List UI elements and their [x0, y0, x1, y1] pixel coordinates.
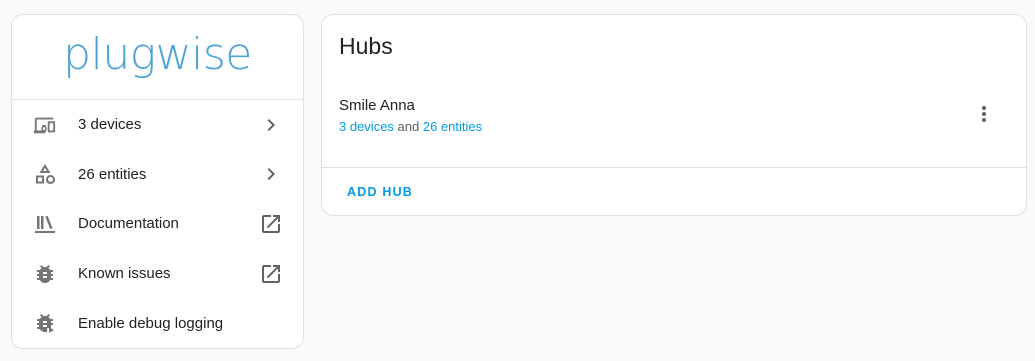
hub-meta: 3 devices and 26 entities: [339, 119, 482, 134]
hubs-title: Hubs: [339, 33, 393, 59]
info-item-label: Known issues: [78, 265, 171, 283]
bug-play-icon: [32, 311, 58, 335]
divider: [322, 167, 1026, 168]
open-in-new-icon: [259, 262, 283, 286]
dots-vertical-icon[interactable]: [972, 102, 996, 126]
devices-icon: [32, 113, 58, 137]
info-item-documentation[interactable]: Documentation: [12, 199, 303, 249]
info-item-label: 26 entities: [78, 165, 147, 183]
hub-meta-joiner: and: [393, 119, 423, 134]
chevron-right-icon: [259, 113, 283, 137]
bug-icon: [32, 262, 58, 286]
info-list: 3 devices 26 entities Documentation Know…: [12, 100, 303, 348]
integration-info-card: plugwise 3 devices 26 entities Documenta…: [11, 14, 304, 349]
chevron-right-icon: [259, 162, 283, 186]
plugwise-logo: plugwise: [63, 29, 252, 80]
empty-trail: [259, 311, 283, 335]
hubs-card: Hubs Smile Anna 3 devices and 26 entitie…: [321, 14, 1027, 216]
info-item-devices[interactable]: 3 devices: [12, 100, 303, 150]
shapes-icon: [32, 162, 58, 186]
hub-entry[interactable]: Smile Anna 3 devices and 26 entities: [322, 93, 1026, 151]
library-books-icon: [32, 212, 58, 236]
info-item-label: Enable debug logging: [78, 314, 224, 332]
hub-entities-link[interactable]: 26 entities: [423, 119, 482, 134]
info-item-debug-logging[interactable]: Enable debug logging: [12, 298, 303, 348]
logo-area: plugwise: [12, 15, 303, 100]
open-in-new-icon: [259, 212, 283, 236]
info-item-known-issues[interactable]: Known issues: [12, 249, 303, 299]
add-hub-button[interactable]: ADD HUB: [339, 177, 421, 207]
info-item-label: 3 devices: [78, 116, 142, 134]
info-item-label: Documentation: [78, 215, 179, 233]
hub-name: Smile Anna: [339, 97, 415, 114]
info-item-entities[interactable]: 26 entities: [12, 150, 303, 200]
hub-devices-link[interactable]: 3 devices: [339, 119, 394, 134]
